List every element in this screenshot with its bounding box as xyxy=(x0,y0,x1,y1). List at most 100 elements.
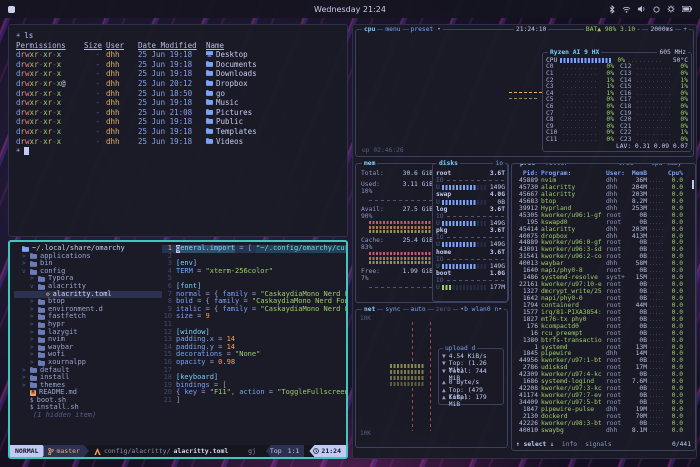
proc-row[interactable]: 2130dockerdroot70M0.0 xyxy=(516,413,692,420)
git-branch[interactable]: master xyxy=(43,445,88,457)
net-interface[interactable]: •b wlan0 n• xyxy=(458,306,504,313)
idle-inhibitor-icon[interactable] xyxy=(653,6,660,13)
file-path[interactable]: config/alacritty/alacritty.toml xyxy=(89,445,233,457)
preset-button[interactable]: preset • xyxy=(409,26,443,33)
proc-row[interactable]: 42208kworker/u97:3-kcroot0B0.0 xyxy=(516,385,692,392)
tab-io[interactable]: io xyxy=(493,160,505,167)
code-line[interactable]: 20{ key = "F11", action = "ToggleFullscr… xyxy=(162,389,346,397)
proc-info-button[interactable]: info xyxy=(562,441,577,448)
proc-col-Program:[interactable]: Program: xyxy=(541,170,603,177)
proc-col-User:[interactable]: User: xyxy=(606,170,626,177)
tree-item[interactable]: >environment.d xyxy=(14,306,162,314)
proc-signals-button[interactable]: signals xyxy=(585,441,612,448)
proc-row[interactable]: 41174kworker/u97:7-evroot0B0.0 xyxy=(516,392,692,399)
code-line[interactable]: 21] xyxy=(162,397,346,405)
tree-item[interactable]: >lazygit xyxy=(14,329,162,337)
proc-row[interactable]: 1380btrfs-transactioroot0B0.0 xyxy=(516,337,692,344)
proc-row[interactable]: 1systemdroot13M0.0 xyxy=(516,344,692,351)
tree-item[interactable]: >install xyxy=(14,374,162,382)
proc-row[interactable]: 45889nvimdhh36M0.0 xyxy=(516,177,692,184)
tree-item[interactable]: vconfig xyxy=(14,268,162,276)
proc-row[interactable]: 176kcompactd0root0B0.0 xyxy=(516,323,692,330)
interval-minus-button[interactable]: - xyxy=(635,26,643,33)
tree-item[interactable]: (1 hidden item) xyxy=(14,412,162,420)
volume-icon[interactable] xyxy=(638,5,646,13)
tab-disks[interactable]: disks xyxy=(437,160,460,167)
tree-item[interactable]: >waybar xyxy=(14,344,162,352)
proc-row[interactable]: 45730alacrittydhh204M0.0 xyxy=(516,184,692,191)
tree-item[interactable]: ⚙alacritty.toml xyxy=(14,291,162,299)
proc-select-keys[interactable]: ↑ select ↓ xyxy=(516,441,554,448)
ls-name[interactable]: Documents xyxy=(206,60,340,70)
tree-item[interactable]: >Typora xyxy=(14,275,162,283)
proc-col-MemB[interactable]: MemB xyxy=(629,170,647,177)
tree-item[interactable]: >bin xyxy=(14,260,162,268)
proc-tree-button[interactable]: tree xyxy=(616,163,635,167)
proc-row[interactable]: 2786udisksdroot17M0.0 xyxy=(516,364,692,371)
proc-scrollbar[interactable] xyxy=(692,180,695,189)
proc-row[interactable]: 22161kworker/u97:10-eroot0B0.0 xyxy=(516,281,692,288)
net-auto-button[interactable]: auto xyxy=(409,306,428,313)
proc-row[interactable]: 1327dmcrypt_write/25root0B0.0 xyxy=(516,288,692,295)
proc-row[interactable]: 195kswapd0root0B0.0 xyxy=(516,219,692,226)
ls-name[interactable]: Videos xyxy=(206,137,340,147)
ls-name[interactable]: Templates xyxy=(206,127,340,137)
settings-icon[interactable] xyxy=(667,5,675,13)
ls-name[interactable]: Dropbox xyxy=(206,79,340,89)
ls-name[interactable]: Desktop xyxy=(206,50,340,60)
menu-button[interactable]: menu xyxy=(383,26,402,33)
code-line[interactable]: 16opacity = 0.98 xyxy=(162,359,346,367)
tab-net[interactable]: net xyxy=(362,306,377,313)
proc-row[interactable]: 45667alacrittydhh203M0.0 xyxy=(516,191,692,198)
proc-row[interactable]: 44889kworker/u96:0-gfroot0B0.0 xyxy=(516,239,692,246)
proc-row[interactable]: 1847pipewire-pulsedhh19M0.0 xyxy=(516,406,692,413)
proc-row[interactable]: 40013waybardhh58M0.0 xyxy=(516,260,692,267)
wifi-icon[interactable] xyxy=(622,6,631,13)
proc-row[interactable]: 31541kworker/u96:2-coroot0B0.0 xyxy=(516,253,692,260)
code-line[interactable]: 4TERM = "xterm-256color" xyxy=(162,268,346,276)
proc-filter-button[interactable]: filter xyxy=(543,163,570,167)
proc-row[interactable]: 44956kworker/u97:1-btroot0B0.0 xyxy=(516,357,692,364)
proc-row[interactable]: 1577irq/81-PIXA3854:root0B0.0 xyxy=(516,309,692,316)
proc-row[interactable]: 45414alacrittydhh203M0.0 xyxy=(516,226,692,233)
proc-row[interactable]: 40075dropboxdhh413M0.0 xyxy=(516,233,692,240)
prompt-line-empty[interactable]: ✳ xyxy=(16,146,340,156)
ls-name[interactable]: Music xyxy=(206,98,340,108)
proc-row[interactable]: 43091kworker/u96:3-sdroot0B0.0 xyxy=(516,246,692,253)
tree-item[interactable]: >fastfetch xyxy=(14,313,162,321)
proc-col-Pid:[interactable]: Pid: xyxy=(516,170,538,177)
proc-row[interactable]: 1845pipewiredhh14M0.0 xyxy=(516,350,692,357)
code-line[interactable]: 1general.import = [ "~/.config/omarchy/c… xyxy=(162,245,346,253)
proc-row[interactable]: 1827mt76-tx phy0root0B0.0 xyxy=(516,316,692,323)
ls-name[interactable]: Public xyxy=(206,117,340,127)
net-sync-button[interactable]: sync xyxy=(383,306,402,313)
proc-row[interactable]: 42309kworker/u97:4-kcroot0B0.0 xyxy=(516,371,692,378)
tree-item[interactable]: >xournalpp xyxy=(14,359,162,367)
proc-row[interactable]: 16rcu_preemptroot0B0.0 xyxy=(516,330,692,337)
interval-plus-button[interactable]: + xyxy=(681,26,689,33)
proc-row[interactable]: 1486systemd-resolvesyst+15M0.0 xyxy=(516,274,692,281)
tab-cpu[interactable]: cpu xyxy=(362,26,377,33)
code-line[interactable]: 10size = 9 xyxy=(162,313,346,321)
proc-row[interactable]: 1640napi/phy0-8root0B0.0 xyxy=(516,267,692,274)
proc-row[interactable]: 45683btopdhh8.2M0.0 xyxy=(516,198,692,205)
code-buffer[interactable]: 1general.import = [ "~/.config/omarchy/c… xyxy=(162,242,346,445)
tree-item[interactable]: >default xyxy=(14,367,162,375)
tree-item[interactable]: >hypr xyxy=(14,321,162,329)
proc-col-Cpu%[interactable]: Cpu% xyxy=(667,170,683,177)
proc-row[interactable]: 1686systemd-logindroot7.6M0.0 xyxy=(516,378,692,385)
bluetooth-icon[interactable] xyxy=(609,5,615,14)
ls-name[interactable]: Downloads xyxy=(206,69,340,79)
tree-item[interactable]: >nvim xyxy=(14,336,162,344)
battery-icon[interactable] xyxy=(682,6,692,12)
proc-sort-selector[interactable]: • cpu lazy • xyxy=(642,163,692,167)
proc-row[interactable]: 40010swaybgdhh8.1M0.0 xyxy=(516,427,692,434)
proc-columns-header[interactable]: Pid:Program:User:MemB Cpu% xyxy=(516,170,692,177)
tab-mem[interactable]: mem xyxy=(362,160,377,167)
tab-proc[interactable]: proc xyxy=(518,163,537,167)
proc-row[interactable]: 1642napi/phy0-0root0B0.0 xyxy=(516,295,692,302)
proc-row[interactable]: 1794containerdroot44M0.0 xyxy=(516,302,692,309)
proc-row[interactable]: 39912Hyprlanddhh253M0.0 xyxy=(516,205,692,212)
ls-name[interactable]: Pictures xyxy=(206,108,340,118)
net-zero-button[interactable]: zero xyxy=(434,306,453,313)
